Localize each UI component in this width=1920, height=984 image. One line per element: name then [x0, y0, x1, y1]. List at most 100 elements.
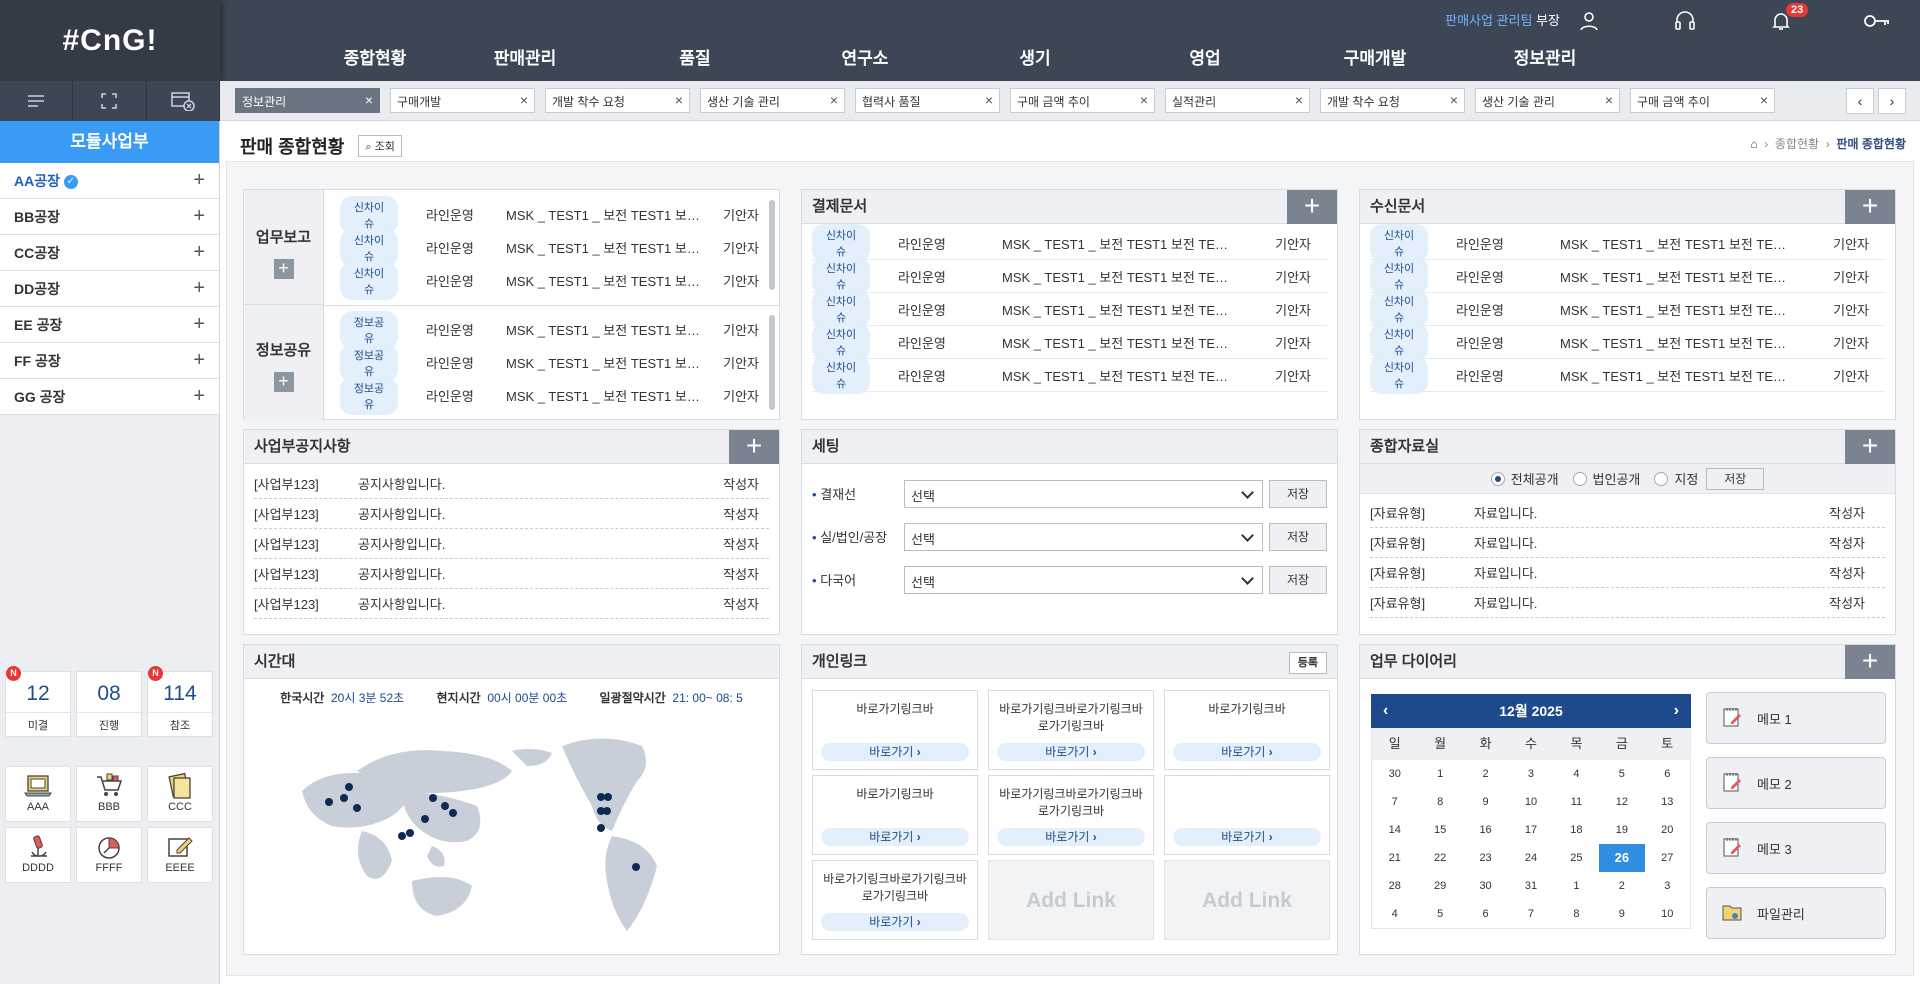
- plus-icon[interactable]: +: [193, 241, 205, 264]
- calendar-day[interactable]: 24: [1508, 844, 1553, 872]
- calendar-day[interactable]: 7: [1508, 900, 1553, 928]
- calendar-day[interactable]: 16: [1463, 816, 1508, 844]
- save-button[interactable]: 저장: [1269, 479, 1327, 508]
- plus-icon[interactable]: +: [193, 313, 205, 336]
- calendar-day[interactable]: 2: [1463, 760, 1508, 788]
- list-item[interactable]: [자료유형] 자료입니다. 작성자: [1370, 528, 1885, 558]
- calendar-day[interactable]: 2: [1599, 872, 1644, 900]
- close-icon[interactable]: ×: [830, 92, 838, 108]
- plus-icon[interactable]: +: [193, 169, 205, 192]
- app-shortcut[interactable]: BBB: [76, 766, 142, 822]
- list-item[interactable]: 정보공유 라인운영 MSK _ TEST1 _ 보전 TEST1 보… 기안자: [340, 376, 759, 415]
- menu-item[interactable]: 종합현황: [310, 44, 440, 69]
- list-item[interactable]: 신차이슈 라인운영 MSK _ TEST1 _ 보전 TEST1 보전 TE… 기안자: [1370, 356, 1885, 394]
- chevron-left-icon[interactable]: ‹: [1846, 88, 1874, 114]
- sidebar-item[interactable]: EE 공장 +: [0, 307, 219, 343]
- go-button[interactable]: 바로가기 ›: [821, 743, 969, 761]
- add-button[interactable]: +: [1287, 190, 1337, 224]
- list-item[interactable]: [사업부123] 공지사항입니다. 작성자: [254, 529, 769, 559]
- calendar-day[interactable]: 10: [1645, 900, 1690, 928]
- go-button[interactable]: 바로가기 ›: [997, 828, 1145, 846]
- link-card[interactable]: 바로가기링크바로가기링크바로가기링크바 바로가기 ›: [988, 775, 1154, 855]
- app-shortcut[interactable]: CCC: [147, 766, 213, 822]
- list-item[interactable]: 신차이슈 라인운영 MSK _ TEST1 _ 보전 TEST1 보전 TE… 기안자: [1370, 257, 1885, 295]
- tab-item[interactable]: 정보관리 ×: [235, 88, 380, 113]
- calendar-day[interactable]: 27: [1645, 844, 1690, 872]
- list-item[interactable]: 신차이슈 라인운영 MSK _ TEST1 _ 보전 TEST1 보전 TE… 기안자: [1370, 290, 1885, 328]
- stat-reference[interactable]: N 114 참조: [147, 666, 213, 737]
- save-button[interactable]: 저장: [1706, 467, 1765, 490]
- register-button[interactable]: 등록: [1288, 652, 1327, 674]
- plus-icon[interactable]: +: [273, 259, 294, 279]
- key-icon[interactable]: [1852, 6, 1902, 36]
- close-icon[interactable]: ×: [1140, 92, 1148, 108]
- language-select[interactable]: 선택: [904, 565, 1263, 594]
- memo-button[interactable]: 메모 2: [1706, 757, 1886, 809]
- tab-item[interactable]: 구매개발 ×: [390, 88, 535, 113]
- calendar-day[interactable]: 4: [1554, 760, 1599, 788]
- list-item[interactable]: 신차이슈 라인운영 MSK _ TEST1 _ 보전 TEST1 보전 TE… 기안자: [812, 323, 1327, 361]
- go-button[interactable]: 바로가기 ›: [1173, 743, 1321, 761]
- corporation-select[interactable]: 선택: [904, 522, 1263, 551]
- calendar-day[interactable]: 7: [1372, 788, 1417, 816]
- app-shortcut[interactable]: EEEE: [147, 827, 213, 883]
- add-link-button[interactable]: Add Link: [988, 860, 1154, 940]
- app-shortcut[interactable]: FFFF: [76, 827, 142, 883]
- home-icon[interactable]: ⌂: [1750, 137, 1757, 151]
- plus-icon[interactable]: +: [273, 372, 294, 392]
- go-button[interactable]: 바로가기 ›: [1173, 828, 1321, 846]
- calendar-day[interactable]: 13: [1645, 788, 1690, 816]
- sidebar-item[interactable]: BB공장 +: [0, 199, 219, 235]
- calendar-day[interactable]: 18: [1554, 816, 1599, 844]
- sidebar-item[interactable]: CC공장 +: [0, 235, 219, 271]
- calendar-day[interactable]: 26: [1599, 844, 1645, 872]
- save-button[interactable]: 저장: [1269, 522, 1327, 551]
- chevron-right-icon[interactable]: ›: [1878, 88, 1906, 114]
- tab-item[interactable]: 개발 착수 요청 ×: [545, 88, 690, 113]
- link-card[interactable]: 바로가기링크바 바로가기 ›: [812, 690, 978, 770]
- calendar-day[interactable]: 30: [1372, 760, 1417, 788]
- go-button[interactable]: 바로가기 ›: [821, 913, 969, 931]
- link-card[interactable]: 바로가기링크바로가기링크바로가기링크바 바로가기 ›: [812, 860, 978, 940]
- calendar-day[interactable]: 8: [1554, 900, 1599, 928]
- tab-item[interactable]: 구매 금액 추이 ×: [1630, 88, 1775, 113]
- calendar-day[interactable]: 10: [1508, 788, 1553, 816]
- scrollbar[interactable]: [769, 200, 775, 290]
- menu-item[interactable]: 정보관리: [1460, 44, 1630, 69]
- calendar-day[interactable]: 8: [1417, 788, 1462, 816]
- calendar-day[interactable]: 3: [1508, 760, 1553, 788]
- calendar-day[interactable]: 19: [1599, 816, 1644, 844]
- calendar-day[interactable]: 9: [1599, 900, 1644, 928]
- calendar-day[interactable]: 15: [1417, 816, 1462, 844]
- list-item[interactable]: 정보공유 라인운영 MSK _ TEST1 _ 보전 TEST1 보… 기안자: [340, 310, 759, 349]
- sidebar-item[interactable]: FF 공장 +: [0, 343, 219, 379]
- world-map[interactable]: [262, 711, 762, 941]
- list-item[interactable]: [자료유형] 자료입니다. 작성자: [1370, 588, 1885, 618]
- plus-icon[interactable]: +: [193, 205, 205, 228]
- sidebar-item[interactable]: DD공장 +: [0, 271, 219, 307]
- list-item[interactable]: 신차이슈 라인운영 MSK _ TEST1 _ 보전 TEST1 보전 TE… 기안자: [812, 356, 1327, 394]
- list-item[interactable]: 신차이슈 라인운영 MSK _ TEST1 _ 보전 TEST1 보… 기안자: [340, 195, 759, 234]
- approval-line-select[interactable]: 선택: [904, 479, 1263, 508]
- calendar-day[interactable]: 1: [1417, 760, 1462, 788]
- scrollbar[interactable]: [769, 315, 775, 410]
- list-item[interactable]: 신차이슈 라인운영 MSK _ TEST1 _ 보전 TEST1 보전 TE… 기안자: [812, 224, 1327, 262]
- add-button[interactable]: +: [1845, 645, 1895, 679]
- calendar-day[interactable]: 6: [1645, 760, 1690, 788]
- calendar-day[interactable]: 23: [1463, 844, 1508, 872]
- headset-icon[interactable]: [1660, 6, 1710, 36]
- tab-item[interactable]: 생산 기술 관리 ×: [700, 88, 845, 113]
- calendar-day[interactable]: 4: [1372, 900, 1417, 928]
- tab-item[interactable]: 개발 착수 요청 ×: [1320, 88, 1465, 113]
- calendar-day[interactable]: 25: [1554, 844, 1599, 872]
- list-item[interactable]: [사업부123] 공지사항입니다. 작성자: [254, 589, 769, 619]
- calendar-day[interactable]: 22: [1417, 844, 1462, 872]
- sidebar-item[interactable]: AA공장 ✓ +: [0, 163, 219, 199]
- add-link-button[interactable]: Add Link: [1164, 860, 1330, 940]
- calendar-day[interactable]: 28: [1372, 872, 1417, 900]
- calendar-day[interactable]: 6: [1463, 900, 1508, 928]
- tab-item[interactable]: 실적관리 ×: [1165, 88, 1310, 113]
- calendar-day[interactable]: 1: [1554, 872, 1599, 900]
- calendar-day[interactable]: 5: [1417, 900, 1462, 928]
- calendar-day[interactable]: 20: [1645, 816, 1690, 844]
